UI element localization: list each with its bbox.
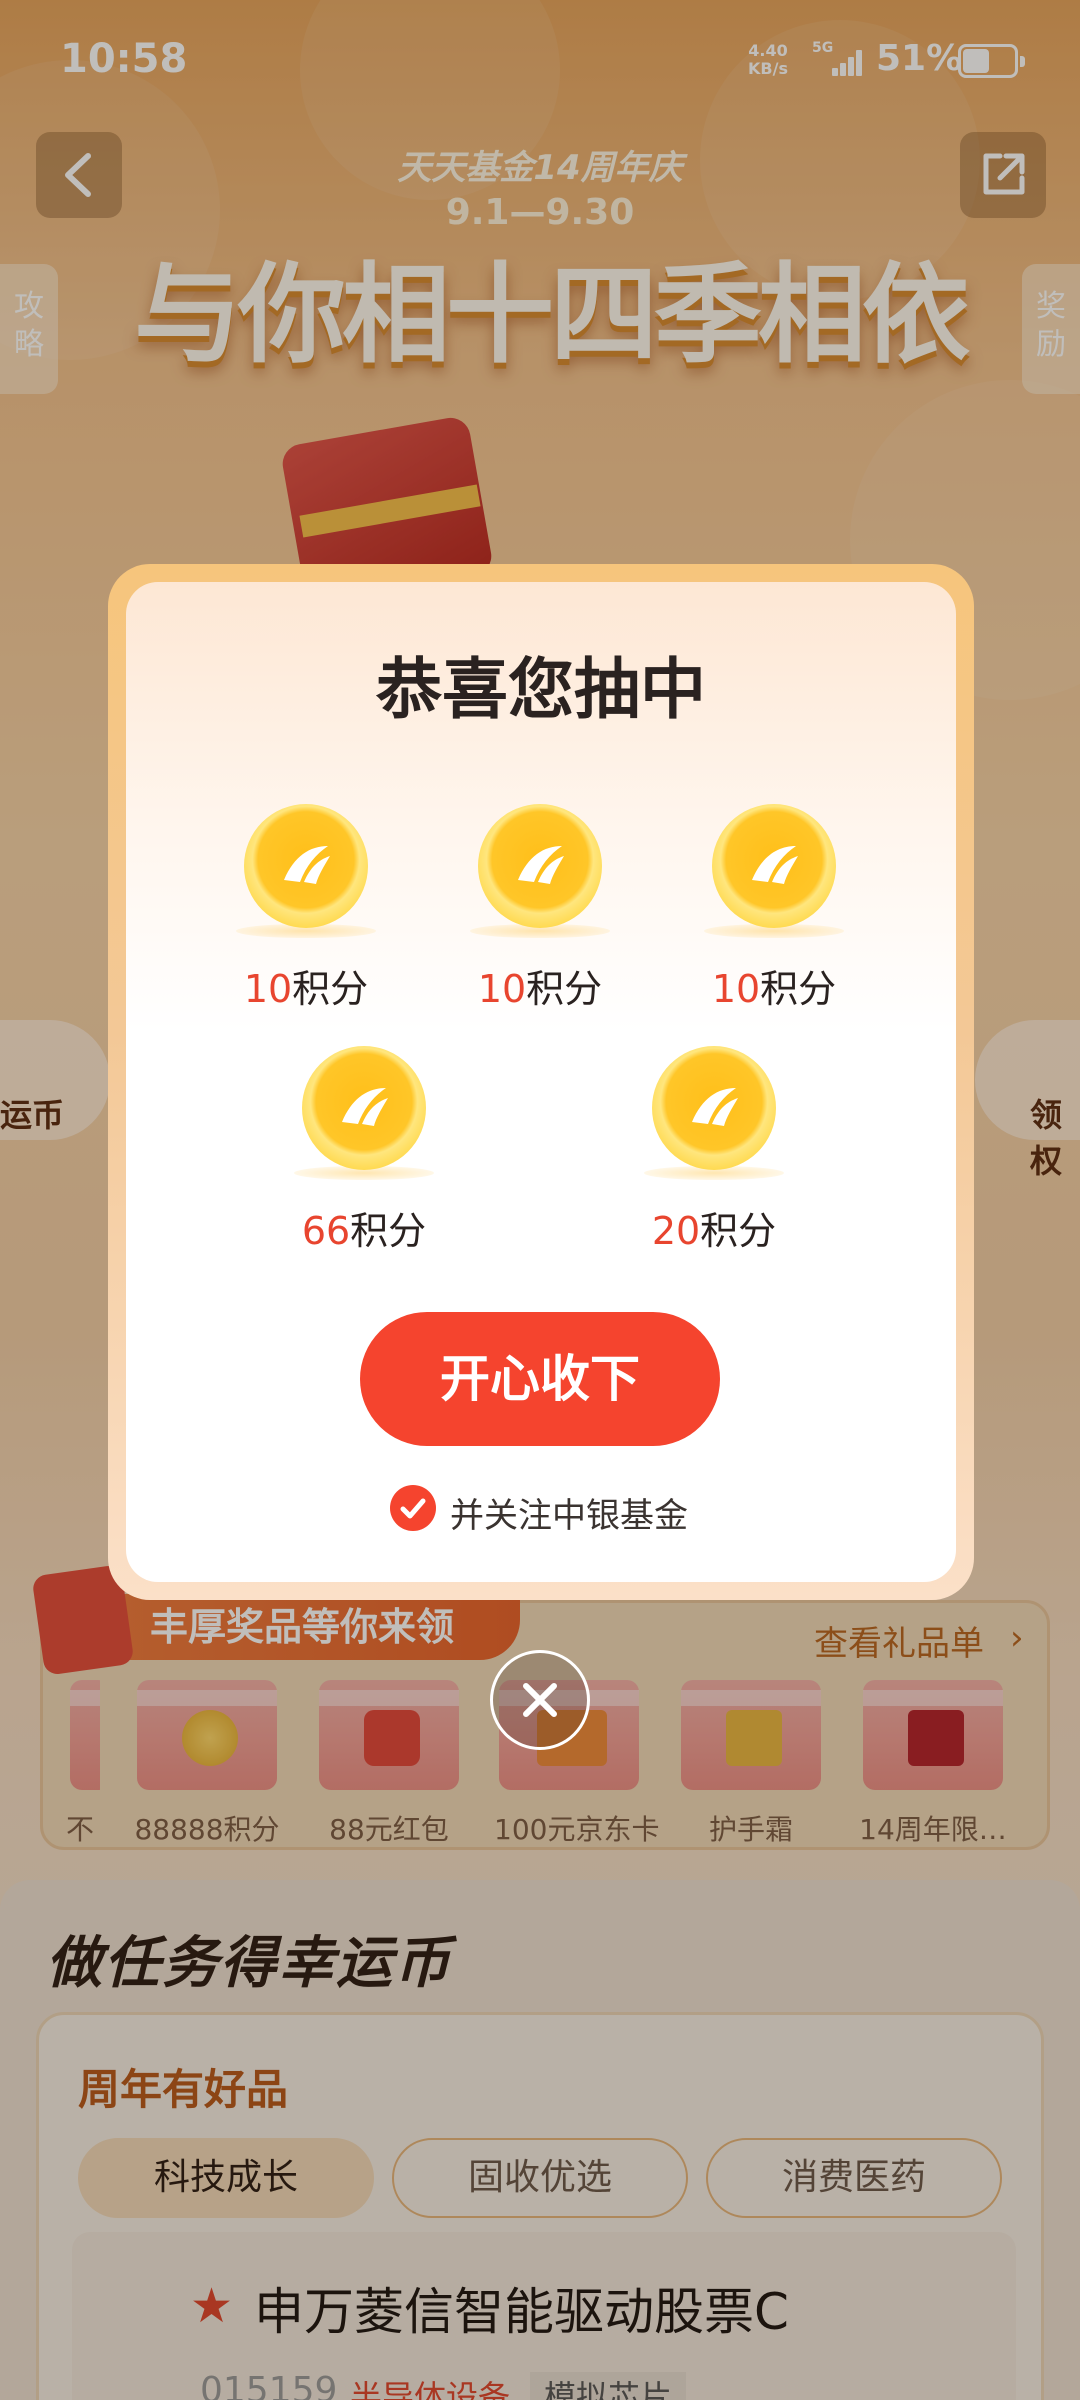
reward-unit: 积分 [292,967,369,1011]
coin-icon [244,804,368,928]
reward-amount: 10 [477,967,527,1011]
reward-text: 10积分 [216,958,396,1013]
coin-icon [652,1046,776,1170]
reward-item: 10积分 [216,804,396,1013]
coin-icon [712,804,836,928]
reward-text: 10积分 [450,958,630,1013]
reward-amount: 10 [243,967,293,1011]
close-icon [523,1683,557,1717]
follow-label: 并关注中银基金 [450,1496,688,1536]
reward-unit: 积分 [700,1209,777,1253]
dialog-title: 恭喜您抽中 [376,651,706,728]
reward-unit: 积分 [350,1209,427,1253]
checkmark-icon[interactable] [390,1485,436,1531]
reward-item: 20积分 [624,1046,804,1255]
reward-text: 66积分 [274,1200,454,1255]
reward-text: 10积分 [684,958,864,1013]
reward-item: 66积分 [274,1046,454,1255]
reward-text: 20积分 [624,1200,804,1255]
reward-amount: 20 [651,1209,701,1253]
accept-button[interactable]: 开心收下 [360,1312,720,1446]
reward-item: 10积分 [450,804,630,1013]
reward-amount: 10 [711,967,761,1011]
close-button[interactable] [490,1650,590,1750]
coin-icon [302,1046,426,1170]
reward-amount: 66 [301,1209,351,1253]
reward-unit: 积分 [526,967,603,1011]
reward-unit: 积分 [760,967,837,1011]
reward-item: 10积分 [684,804,864,1013]
coin-icon [478,804,602,928]
